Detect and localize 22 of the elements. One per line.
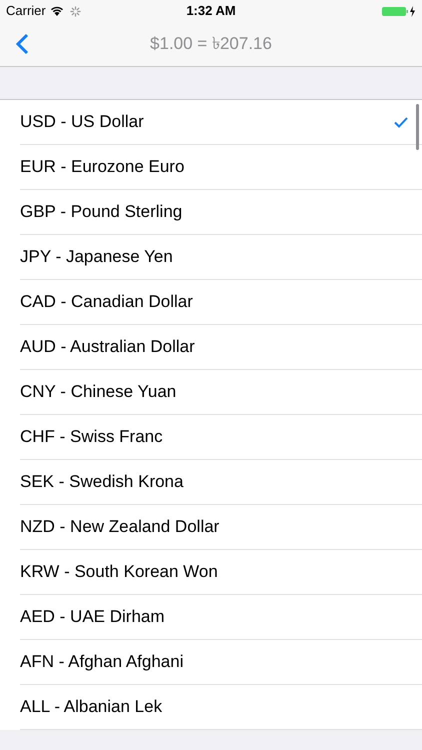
currency-label: USD - US Dollar <box>20 111 144 134</box>
currency-label: ALL - Albanian Lek <box>20 696 162 718</box>
carrier-name: Carrier <box>6 2 46 20</box>
status-time: 1:32 AM <box>186 2 236 20</box>
currency-label: CNY - Chinese Yuan <box>20 381 176 404</box>
nav-title: $1.00 = ৳207.16 <box>150 33 272 56</box>
wifi-icon <box>50 6 64 16</box>
currency-label: CAD - Canadian Dollar <box>20 291 193 314</box>
back-chevron-icon <box>16 33 28 55</box>
scroll-indicator <box>416 104 419 150</box>
currency-label: JPY - Japanese Yen <box>20 246 173 268</box>
currency-label: SEK - Swedish Krona <box>20 471 184 494</box>
currency-label: GBP - Pound Sterling <box>20 201 182 224</box>
currency-label: KRW - South Korean Won <box>20 561 218 584</box>
currency-label: AED - UAE Dirham <box>20 606 165 628</box>
currency-label: AFN - Afghan Afghani <box>20 651 184 674</box>
currency-label: NZD - New Zealand Dollar <box>20 516 220 538</box>
loading-spinner-icon <box>70 6 81 16</box>
currency-label: EUR - Eurozone Euro <box>20 156 184 178</box>
currency-label: AUD - Australian Dollar <box>20 336 195 358</box>
battery-charging-icon <box>382 6 416 16</box>
currency-label: CHF - Swiss Franc <box>20 426 163 448</box>
